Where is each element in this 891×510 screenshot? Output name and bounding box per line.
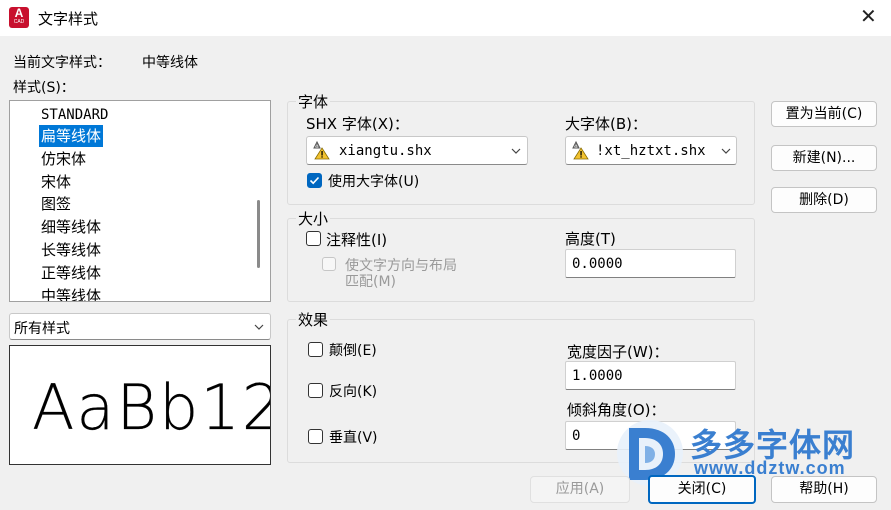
backwards-label[interactable]: 反向(K): [329, 381, 377, 401]
style-filter-dropdown[interactable]: 所有样式: [9, 313, 271, 340]
vertical-label[interactable]: 垂直(V): [329, 427, 378, 447]
upside-down-label[interactable]: 颠倒(E): [329, 340, 377, 360]
app-icon-letter: A: [14, 6, 24, 20]
set-current-button[interactable]: 置为当前(C): [771, 101, 877, 127]
annotative-checkbox[interactable]: [306, 231, 321, 246]
use-big-font-checkbox[interactable]: [307, 173, 322, 188]
apply-button[interactable]: 应用(A): [530, 476, 630, 503]
list-item[interactable]: 宋体: [39, 171, 73, 193]
preview-pane: AaBb123: [9, 345, 271, 465]
list-item[interactable]: STANDARD: [39, 104, 110, 126]
shx-font-value: xiangtu.shx: [339, 143, 432, 159]
big-font-value: !xt_hztxt.shx: [596, 143, 706, 159]
match-orientation-label-line2: 匹配(M): [345, 274, 397, 290]
close-icon[interactable]: ✕: [860, 6, 877, 26]
shx-font-dropdown[interactable]: A xiangtu.shx: [306, 136, 528, 165]
app-icon-sub: CAD: [13, 19, 25, 25]
autocad-app-icon: A CAD: [9, 7, 29, 28]
preview-text: AaBb123: [32, 371, 270, 444]
oblique-angle-value: 0: [572, 428, 581, 444]
height-value: 0.0000: [572, 256, 623, 272]
size-group-title: 大小: [296, 208, 331, 229]
big-font-label: 大字体(B)：: [565, 115, 647, 133]
use-big-font-label[interactable]: 使用大字体(U): [328, 171, 419, 191]
list-item[interactable]: 扁等线体: [39, 125, 104, 147]
width-factor-label: 宽度因子(W)：: [567, 343, 669, 361]
styles-listbox[interactable]: STANDARD 扁等线体 仿宋体 宋体 图签 细等线体 长等线体 正等线体 中…: [9, 100, 271, 302]
height-label: 高度(T): [565, 230, 616, 248]
width-factor-input[interactable]: 1.0000: [565, 361, 736, 390]
list-item[interactable]: 正等线体: [39, 262, 103, 284]
shx-font-label: SHX 字体(X)：: [306, 115, 409, 133]
title-bar: [0, 0, 891, 36]
window-title: 文字样式: [38, 10, 99, 28]
vertical-checkbox[interactable]: [308, 429, 323, 444]
styles-label: 样式(S)：: [13, 80, 75, 96]
style-filter-value: 所有样式: [14, 321, 70, 337]
list-item[interactable]: 仿宋体: [39, 148, 88, 170]
list-item[interactable]: 细等线体: [39, 216, 103, 238]
delete-style-button[interactable]: 删除(D): [771, 187, 877, 213]
chevron-down-icon: [721, 146, 731, 156]
chevron-down-icon: [254, 322, 264, 332]
font-group-title: 字体: [296, 91, 331, 112]
current-style-value: 中等线体: [142, 55, 198, 71]
height-input[interactable]: 0.0000: [565, 249, 736, 278]
list-item[interactable]: 中等线体: [39, 285, 103, 301]
effects-group-title: 效果: [296, 309, 331, 330]
upside-down-checkbox[interactable]: [308, 342, 323, 357]
warning-icon: A: [311, 140, 331, 160]
warning-icon: A: [570, 140, 590, 160]
width-factor-value: 1.0000: [572, 368, 623, 384]
oblique-angle-label: 倾斜角度(O)：: [567, 401, 666, 419]
big-font-dropdown[interactable]: A !xt_hztxt.shx: [565, 136, 737, 165]
help-button[interactable]: 帮助(H): [771, 476, 877, 503]
list-item[interactable]: 长等线体: [39, 239, 103, 261]
backwards-checkbox[interactable]: [308, 383, 323, 398]
current-style-label: 当前文字样式：: [13, 55, 111, 71]
close-button[interactable]: 关闭(C): [648, 475, 756, 504]
chevron-down-icon: [511, 146, 521, 156]
styles-scrollbar[interactable]: [257, 200, 260, 268]
annotative-label[interactable]: 注释性(I): [326, 229, 387, 250]
match-orientation-checkbox[interactable]: [322, 257, 336, 271]
new-style-button[interactable]: 新建(N)...: [771, 145, 877, 171]
list-item[interactable]: 图签: [39, 193, 73, 215]
